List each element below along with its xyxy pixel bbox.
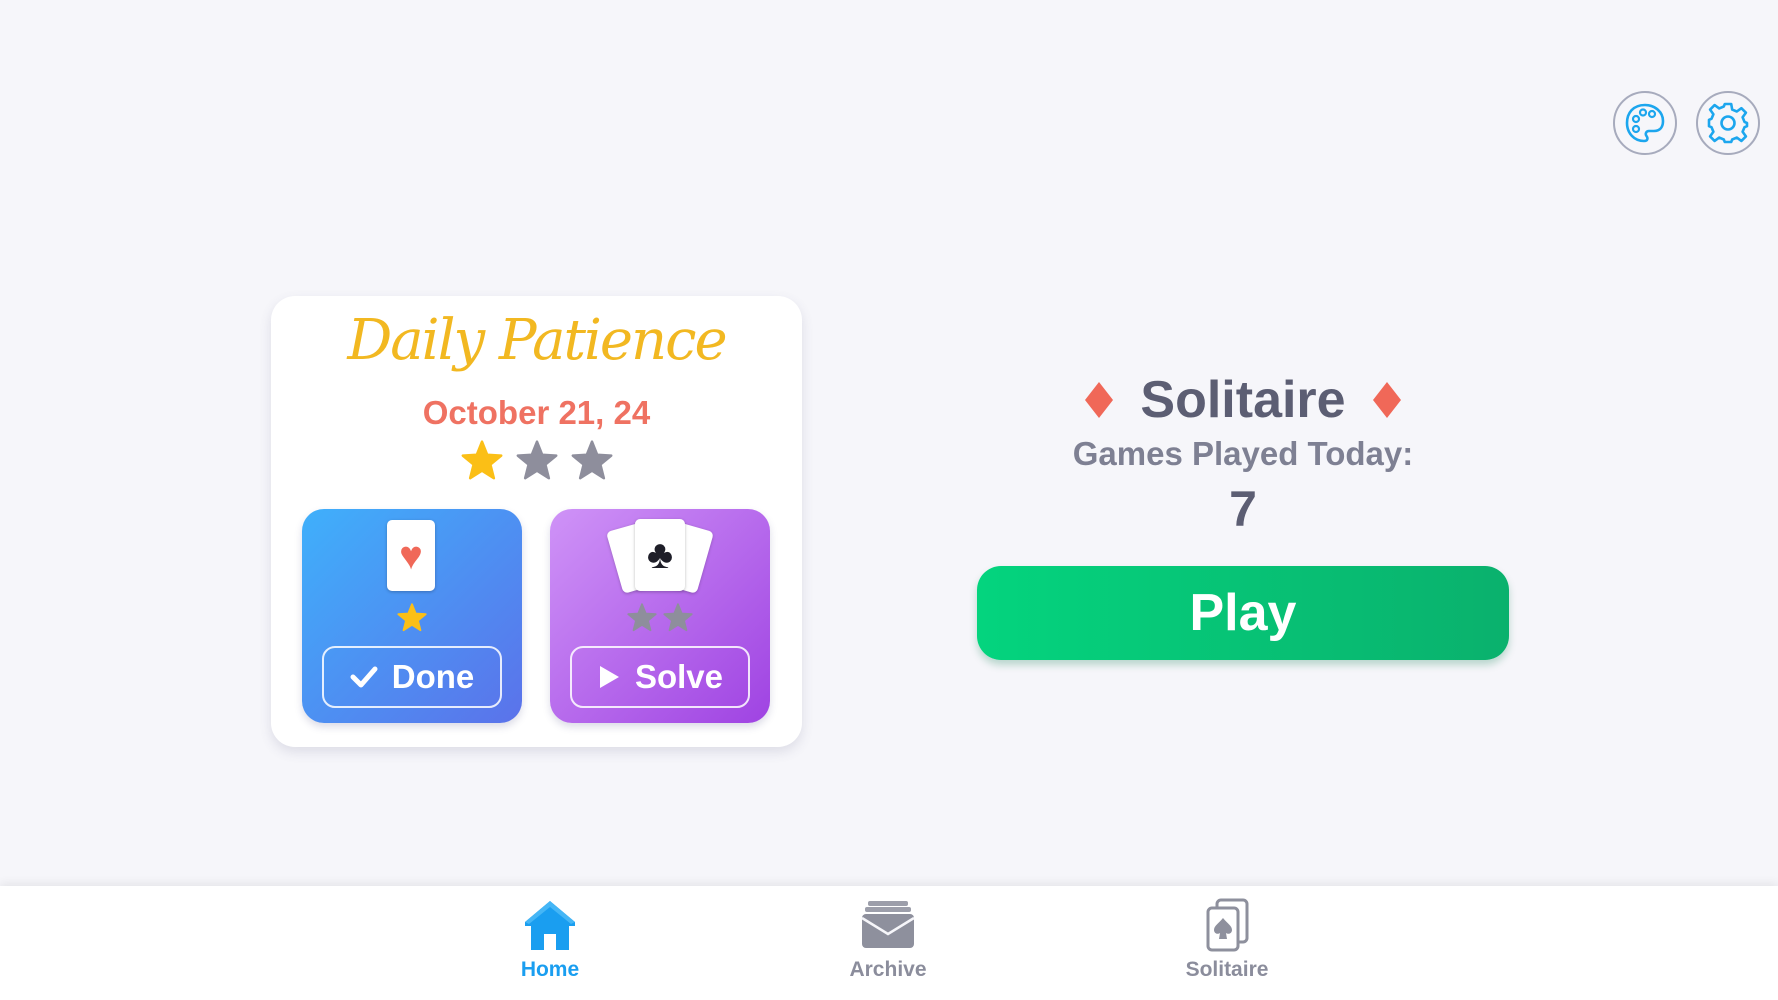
nav-archive-label: Archive	[849, 958, 927, 981]
daily-title: Daily Patience	[347, 308, 727, 373]
daily-date: October 21, 24	[422, 394, 651, 431]
play-button[interactable]: Play	[977, 566, 1509, 660]
solitaire-title-row: Solitaire	[1000, 370, 1486, 430]
bottom-navigation: Home Archive Solitaire	[0, 886, 1778, 1000]
heart-card-icon: ♥	[387, 520, 435, 591]
home-screen: Daily Patience October 21, 24 ♥ Done ♣ S…	[0, 0, 1778, 1000]
theme-palette-button[interactable]	[1613, 91, 1677, 155]
settings-button[interactable]	[1696, 91, 1760, 155]
tile-stars	[302, 603, 522, 633]
nav-solitaire[interactable]: Solitaire	[1137, 898, 1317, 994]
play-button-label: Play	[1189, 584, 1297, 642]
daily-tile-done[interactable]: ♥ Done	[302, 509, 522, 723]
nav-home-label: Home	[520, 958, 580, 981]
done-button[interactable]: Done	[322, 646, 502, 708]
games-played-label: Games Played Today:	[1072, 435, 1414, 472]
solve-button[interactable]: Solve	[570, 646, 750, 708]
gear-icon	[1707, 102, 1749, 144]
star-filled-icon	[461, 440, 502, 480]
archive-icon	[861, 901, 915, 948]
star-empty-icon	[663, 603, 693, 632]
play-icon	[599, 666, 619, 688]
star-empty-icon	[571, 440, 612, 480]
palette-icon	[1625, 103, 1665, 143]
nav-solitaire-label: Solitaire	[1185, 958, 1269, 981]
star-empty-icon	[627, 603, 657, 632]
done-button-label: Done	[391, 658, 475, 695]
daily-tile-solve[interactable]: ♣ Solve	[550, 509, 770, 723]
daily-stars	[271, 440, 802, 482]
star-filled-icon	[397, 603, 427, 632]
games-played-count: 7	[1229, 481, 1257, 537]
home-icon	[525, 901, 575, 950]
club-cards-icon: ♣	[606, 519, 714, 595]
spade-card-icon	[1206, 898, 1249, 952]
diamond-icon	[1085, 382, 1114, 418]
solitaire-title: Solitaire	[1140, 371, 1346, 429]
nav-home[interactable]: Home	[460, 898, 640, 994]
diamond-icon	[1372, 382, 1401, 418]
nav-archive[interactable]: Archive	[798, 898, 978, 994]
solve-button-label: Solve	[634, 658, 724, 695]
checkmark-icon	[350, 666, 378, 688]
daily-patience-card: Daily Patience October 21, 24 ♥ Done ♣ S…	[271, 296, 802, 747]
tile-stars	[550, 603, 770, 633]
star-empty-icon	[516, 440, 557, 480]
